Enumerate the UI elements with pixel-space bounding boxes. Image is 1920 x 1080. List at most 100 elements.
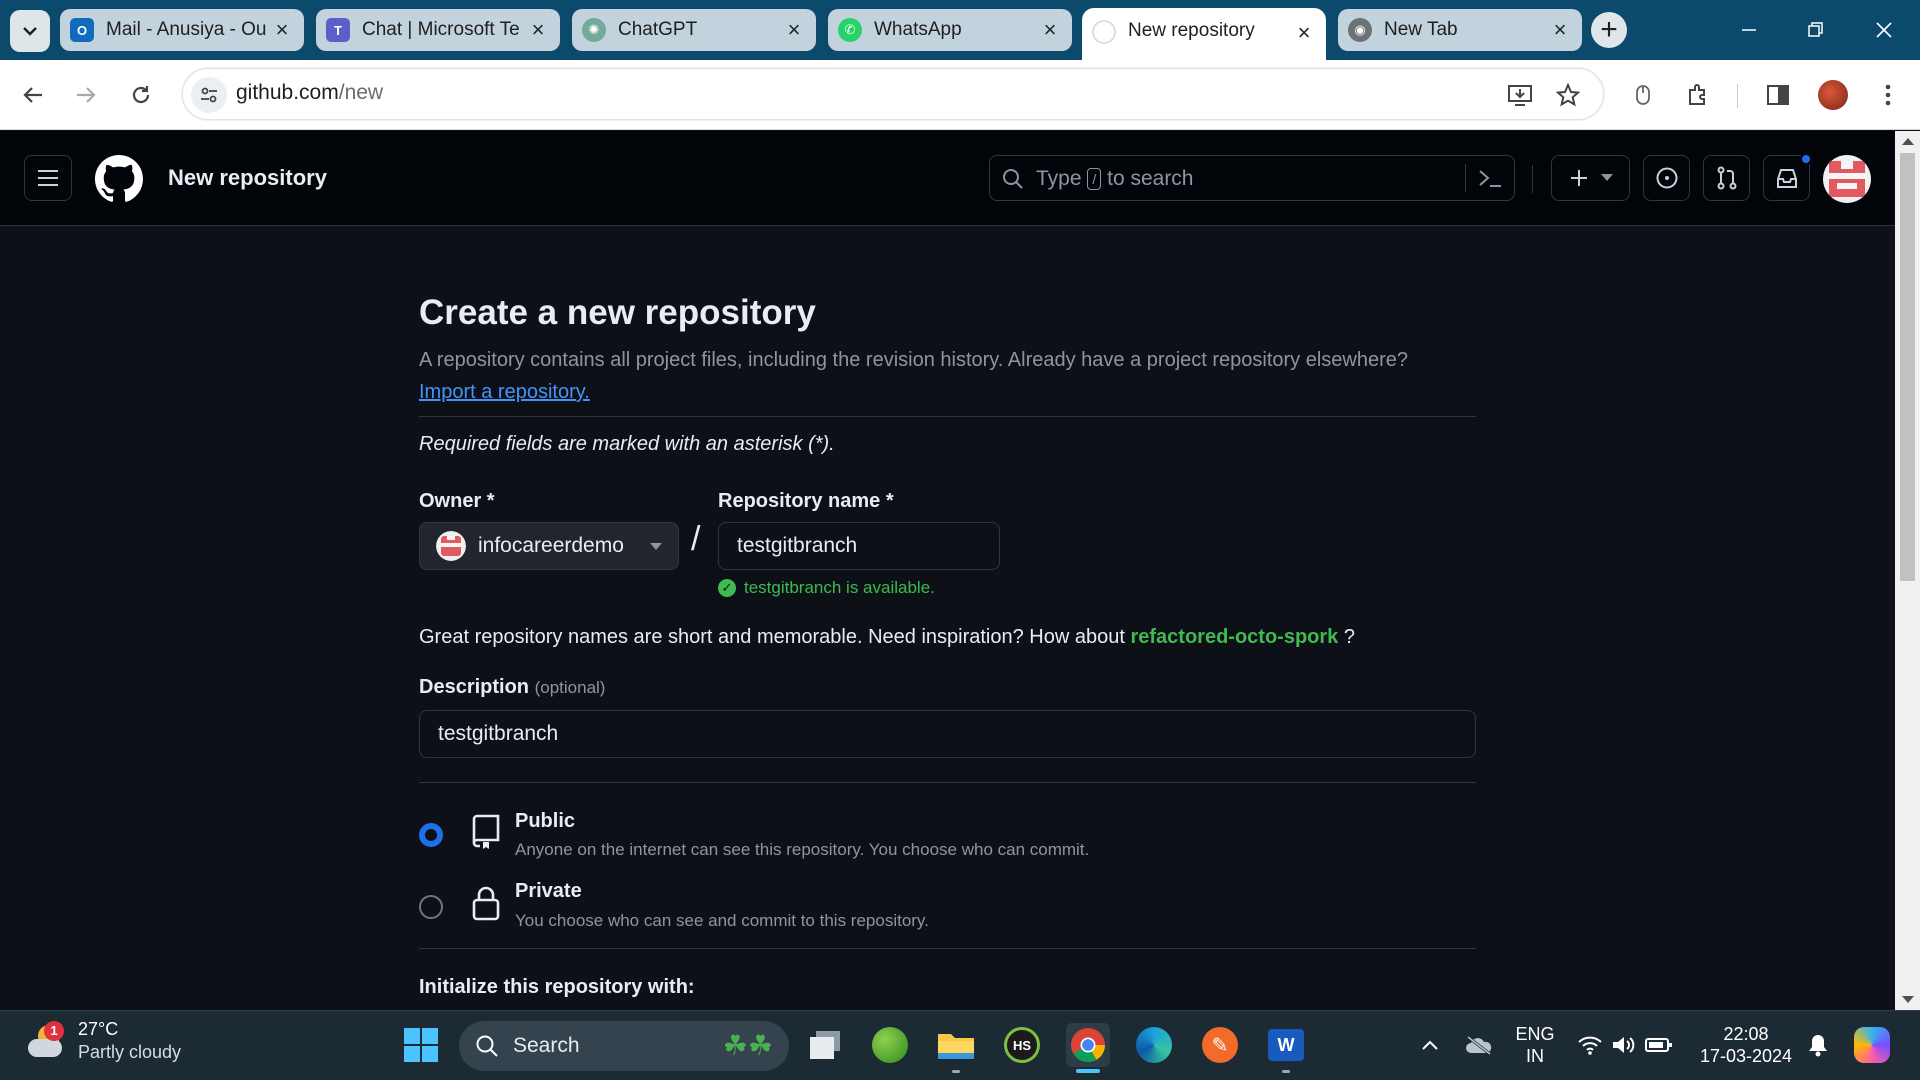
- profile-button[interactable]: [1816, 78, 1850, 112]
- github-icon: [1092, 20, 1116, 44]
- bookmark-button[interactable]: [1551, 78, 1585, 112]
- suggested-name-link[interactable]: refactored-octo-spork: [1130, 626, 1338, 648]
- tab-title: New repository: [1128, 20, 1255, 41]
- scroll-down-arrow-icon[interactable]: [1902, 996, 1914, 1003]
- tab-chatgpt[interactable]: ✺ ChatGPT ×: [572, 9, 816, 51]
- required-fields-note: Required fields are marked with an aster…: [419, 433, 835, 455]
- new-tab-button[interactable]: +: [1591, 12, 1627, 48]
- description-label: Description (optional): [419, 676, 605, 699]
- import-repository-link[interactable]: Import a repository.: [419, 381, 590, 403]
- restore-button[interactable]: [1796, 14, 1836, 46]
- start-button[interactable]: [399, 1023, 443, 1067]
- back-button[interactable]: [16, 78, 50, 112]
- chrome-icon: [1071, 1028, 1105, 1062]
- page-scrollbar[interactable]: [1895, 131, 1920, 1010]
- side-panel-icon: [1767, 85, 1789, 105]
- taskbar-search[interactable]: Search ☘☘: [459, 1021, 789, 1071]
- close-icon[interactable]: ×: [1292, 20, 1316, 46]
- divider: [419, 948, 1476, 949]
- arrow-left-icon: [23, 87, 42, 103]
- taskbar-app-orange[interactable]: ✎: [1198, 1023, 1242, 1067]
- private-title: Private: [515, 880, 582, 902]
- command-palette-icon[interactable]: [1478, 167, 1502, 189]
- search-input[interactable]: Type / to search: [989, 155, 1515, 201]
- windows-logo-icon: [404, 1028, 438, 1062]
- chrome-taskbar-button[interactable]: [1066, 1023, 1110, 1073]
- tab-new-repository[interactable]: New repository ×: [1082, 8, 1326, 60]
- chevron-up-icon: [1422, 1040, 1438, 1050]
- windows-taskbar: 1 27°C Partly cloudy Search ☘☘ HS ✎ W EN…: [0, 1010, 1920, 1080]
- clock-date: 17-03-2024: [1699, 1046, 1793, 1066]
- extensions-button[interactable]: [1681, 78, 1715, 112]
- word-taskbar-button[interactable]: W: [1264, 1023, 1308, 1073]
- issues-button[interactable]: [1643, 155, 1690, 201]
- site-info-button[interactable]: [191, 77, 227, 113]
- owner-dropdown[interactable]: infocareerdemo: [419, 522, 679, 570]
- tab-search-button[interactable]: [10, 10, 50, 52]
- description-input[interactable]: testgitbranch: [419, 710, 1476, 758]
- search-shortcut-key: /: [1087, 168, 1102, 191]
- close-icon[interactable]: ×: [782, 17, 806, 43]
- create-new-button[interactable]: [1551, 155, 1630, 201]
- address-bar[interactable]: github.com/new: [182, 68, 1604, 120]
- weather-temperature: 27°C: [78, 1019, 119, 1039]
- scrollbar-thumb[interactable]: [1900, 153, 1915, 581]
- task-view-button[interactable]: [804, 1023, 848, 1067]
- tab-whatsapp[interactable]: ✆ WhatsApp ×: [828, 9, 1072, 51]
- private-radio[interactable]: [419, 895, 443, 919]
- edge-taskbar-button[interactable]: [1132, 1023, 1176, 1067]
- close-icon[interactable]: ×: [270, 17, 294, 43]
- chrome-menu-button[interactable]: [1871, 78, 1905, 112]
- user-avatar-button[interactable]: [1823, 155, 1871, 203]
- global-nav-button[interactable]: [24, 155, 72, 201]
- owner-repo-separator: /: [691, 520, 701, 558]
- tab-teams[interactable]: T Chat | Microsoft Te ×: [316, 9, 560, 51]
- name-suggestion-hint: Great repository names are short and mem…: [419, 626, 1355, 649]
- scroll-up-arrow-icon[interactable]: [1902, 138, 1914, 145]
- private-description: You choose who can see and commit to thi…: [515, 911, 929, 930]
- notifications-button[interactable]: [1796, 1023, 1840, 1067]
- minimize-button[interactable]: [1729, 14, 1769, 46]
- taskbar-app-hs[interactable]: HS: [1000, 1023, 1044, 1067]
- pen-app-icon: ✎: [1202, 1027, 1238, 1063]
- github-header: New repository Type / to search: [0, 131, 1895, 226]
- inbox-button[interactable]: [1763, 153, 1812, 201]
- search-label: Search: [513, 1034, 580, 1057]
- tab-mail[interactable]: O Mail - Anusiya - Ou ×: [60, 9, 304, 51]
- tab-new-tab[interactable]: ◉ New Tab ×: [1338, 9, 1582, 51]
- leaf-app-icon: [872, 1027, 908, 1063]
- taskbar-app-green[interactable]: [868, 1023, 912, 1067]
- install-app-button[interactable]: [1503, 78, 1537, 112]
- extension-mouse-button[interactable]: [1626, 78, 1660, 112]
- clock[interactable]: 22:08 17-03-2024: [1694, 1023, 1798, 1067]
- more-vertical-icon: [1885, 84, 1891, 106]
- close-window-button[interactable]: [1864, 14, 1904, 46]
- arrow-right-icon: [77, 87, 96, 103]
- minimize-icon: [1742, 29, 1756, 31]
- repository-name-input[interactable]: testgitbranch: [718, 522, 1000, 570]
- weather-widget[interactable]: 1 27°C Partly cloudy: [26, 1019, 181, 1063]
- forward-button[interactable]: [69, 78, 103, 112]
- show-hidden-icons-button[interactable]: [1408, 1023, 1452, 1067]
- github-logo-icon[interactable]: [95, 155, 143, 203]
- quick-settings-button[interactable]: [1570, 1023, 1680, 1067]
- side-panel-button[interactable]: [1761, 78, 1795, 112]
- close-icon[interactable]: ×: [526, 17, 550, 43]
- copilot-button[interactable]: [1850, 1023, 1894, 1067]
- optional-label: (optional): [534, 678, 606, 697]
- reload-button[interactable]: [124, 78, 158, 112]
- pull-requests-button[interactable]: [1703, 155, 1750, 201]
- owner-label: Owner *: [419, 490, 495, 512]
- identicon-avatar-icon: [1829, 161, 1865, 197]
- browser-toolbar: github.com/new: [0, 60, 1920, 130]
- file-explorer-button[interactable]: [934, 1023, 978, 1073]
- close-icon[interactable]: ×: [1548, 17, 1572, 43]
- language-indicator[interactable]: ENG IN: [1510, 1023, 1560, 1067]
- onedrive-button[interactable]: [1457, 1023, 1501, 1067]
- public-radio[interactable]: [419, 823, 443, 847]
- close-icon[interactable]: ×: [1038, 17, 1062, 43]
- repository-name-value: testgitbranch: [737, 534, 858, 557]
- public-description: Anyone on the internet can see this repo…: [515, 840, 1090, 859]
- description-value: testgitbranch: [438, 722, 559, 745]
- owner-avatar: [436, 531, 466, 561]
